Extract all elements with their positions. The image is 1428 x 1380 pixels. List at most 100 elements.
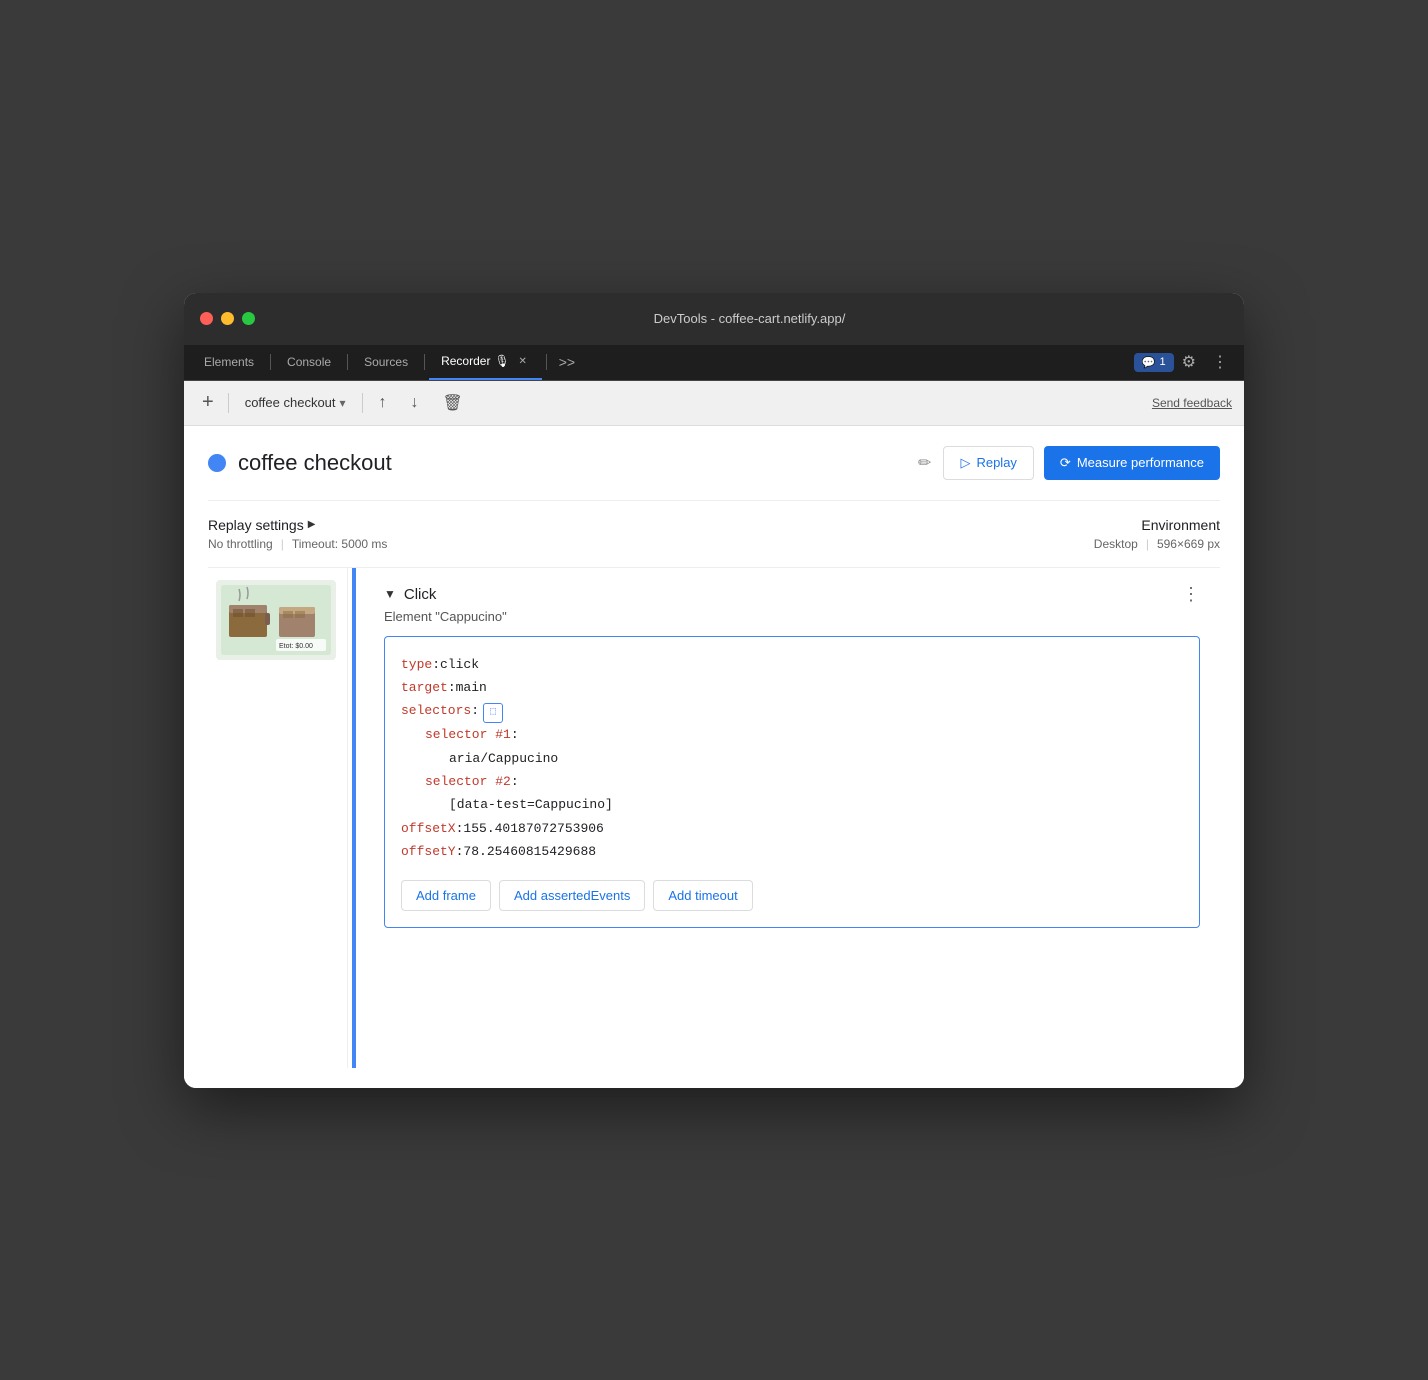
- add-asserted-events-button[interactable]: Add assertedEvents: [499, 880, 645, 911]
- tab-recorder-close[interactable]: ✕: [516, 354, 530, 368]
- step-content: ▼ Click ⋮ Element "Cappucino" type : cli…: [384, 584, 1200, 928]
- measure-label: Measure performance: [1077, 455, 1204, 470]
- upload-icon: ↑: [379, 394, 387, 411]
- code-offsety-colon: :: [456, 840, 464, 863]
- edit-title-button[interactable]: ✏: [918, 453, 931, 473]
- step-item: ▼ Click ⋮ Element "Cappucino" type : cli…: [384, 584, 1200, 928]
- step-menu-button[interactable]: ⋮: [1182, 584, 1200, 605]
- replay-settings-title: Replay settings ▶: [208, 517, 714, 533]
- send-feedback-button[interactable]: Send feedback: [1152, 396, 1232, 410]
- code-type-val: click: [440, 653, 479, 676]
- feedback-button[interactable]: 💬 1: [1134, 353, 1174, 372]
- minimize-button[interactable]: [221, 312, 234, 325]
- code-selector2-val: [data-test=Cappucino]: [449, 793, 613, 816]
- tab-console[interactable]: Console: [275, 344, 343, 380]
- code-offsetx-key: offsetX: [401, 817, 456, 840]
- selector-icon[interactable]: ⬚: [483, 703, 503, 723]
- add-frame-button[interactable]: Add frame: [401, 880, 491, 911]
- maximize-button[interactable]: [242, 312, 255, 325]
- code-selector2-colon: :: [511, 770, 519, 793]
- environment-values: Desktop | 596×669 px: [714, 537, 1220, 551]
- titlebar: DevTools - coffee-cart.netlify.app/: [184, 293, 1244, 345]
- action-buttons: Add frame Add assertedEvents Add timeout: [401, 880, 1183, 911]
- import-button[interactable]: ↓: [403, 390, 427, 416]
- code-type-key: type: [401, 653, 432, 676]
- code-type-colon: :: [432, 653, 440, 676]
- add-recording-button[interactable]: +: [196, 391, 220, 414]
- step-timeline: [352, 568, 356, 1068]
- replay-settings-values: No throttling | Timeout: 5000 ms: [208, 537, 714, 551]
- code-selector2-val-line: [data-test=Cappucino]: [401, 793, 1183, 816]
- recording-title: coffee checkout: [238, 450, 906, 476]
- feedback-icon: 💬: [1142, 356, 1156, 369]
- replay-button[interactable]: ▷ Replay: [943, 446, 1033, 480]
- chevron-down-icon: ▾: [340, 396, 346, 410]
- code-target-colon: :: [448, 676, 456, 699]
- resolution-value: 596×669 px: [1157, 537, 1220, 551]
- code-target-line: target : main: [401, 676, 1183, 699]
- settings-separator: |: [281, 537, 284, 551]
- code-selector2-key: selector #2: [425, 770, 511, 793]
- recording-dropdown-label: coffee checkout: [245, 395, 336, 410]
- code-type-line: type : click: [401, 653, 1183, 676]
- delete-button[interactable]: 🗑: [435, 389, 471, 417]
- tab-elements-label: Elements: [204, 355, 254, 369]
- code-offsety-line: offsetY : 78.25460815429688: [401, 840, 1183, 863]
- code-selector2-line: selector #2 :: [401, 770, 1183, 793]
- desktop-value: Desktop: [1094, 537, 1138, 551]
- step-header: ▼ Click ⋮: [384, 584, 1200, 605]
- recording-indicator: [208, 454, 226, 472]
- tab-divider-1: [270, 354, 271, 370]
- replay-settings-label: Replay settings: [208, 517, 304, 533]
- tab-recorder-label: Recorder: [441, 354, 490, 368]
- settings-button[interactable]: ⚙: [1174, 352, 1204, 372]
- add-timeout-button[interactable]: Add timeout: [653, 880, 752, 911]
- replay-settings-triangle: ▶: [308, 519, 316, 530]
- code-offsety-val: 78.25460815429688: [463, 840, 596, 863]
- code-selector1-key: selector #1: [425, 723, 511, 746]
- tabs-bar: Elements Console Sources Recorder 🎙 ✕ >>…: [184, 345, 1244, 381]
- code-selector1-colon: :: [511, 723, 519, 746]
- code-block: type : click target : main selectors: [384, 636, 1200, 928]
- tab-sources-label: Sources: [364, 355, 408, 369]
- toolbar-divider: [228, 393, 229, 413]
- step-element: Element "Cappucino": [384, 609, 1200, 624]
- collapse-icon[interactable]: ▼: [384, 587, 396, 601]
- code-offsetx-line: offsetX : 155.40187072753906: [401, 817, 1183, 840]
- measure-performance-button[interactable]: ⟳ Measure performance: [1044, 446, 1220, 480]
- traffic-lights: [200, 312, 255, 325]
- code-selectors-colon: :: [471, 699, 479, 722]
- thumbnail-image: Etot: $0.00: [221, 585, 331, 655]
- tab-divider-2: [347, 354, 348, 370]
- recorder-icon: 🎙: [494, 354, 509, 368]
- tab-divider-3: [424, 354, 425, 370]
- recording-header: coffee checkout ✏ ▷ Replay ⟳ Measure per…: [208, 446, 1220, 501]
- tab-divider-4: [546, 354, 547, 370]
- devtools-window: DevTools - coffee-cart.netlify.app/ Elem…: [184, 293, 1244, 1088]
- header-buttons: ▷ Replay ⟳ Measure performance: [943, 446, 1220, 480]
- tab-recorder[interactable]: Recorder 🎙 ✕: [429, 344, 542, 380]
- step-type: Click: [404, 586, 437, 603]
- recording-dropdown[interactable]: coffee checkout ▾: [237, 391, 354, 414]
- more-options-button[interactable]: ⋮: [1204, 352, 1236, 372]
- thumbnail-svg: Etot: $0.00: [221, 585, 331, 655]
- code-selectors-line: selectors : ⬚: [401, 699, 1183, 723]
- main-content: Etot: $0.00 ▼ Click ⋮ Element: [208, 568, 1220, 1068]
- replay-settings-right: Environment Desktop | 596×669 px: [714, 517, 1220, 551]
- code-target-val: main: [456, 676, 487, 699]
- no-throttling-value: No throttling: [208, 537, 273, 551]
- close-button[interactable]: [200, 312, 213, 325]
- toolbar-divider-2: [362, 393, 363, 413]
- settings-row: Replay settings ▶ No throttling | Timeou…: [208, 501, 1220, 568]
- env-separator: |: [1146, 537, 1149, 551]
- feedback-count: 1: [1160, 356, 1166, 368]
- code-offsetx-colon: :: [456, 817, 464, 840]
- tab-elements[interactable]: Elements: [192, 344, 266, 380]
- thumbnail: Etot: $0.00: [216, 580, 336, 660]
- replay-label: Replay: [976, 455, 1016, 470]
- export-button[interactable]: ↑: [371, 390, 395, 416]
- more-tabs-button[interactable]: >>: [551, 354, 583, 370]
- step-area: ▼ Click ⋮ Element "Cappucino" type : cli…: [364, 568, 1220, 1068]
- tab-sources[interactable]: Sources: [352, 344, 420, 380]
- code-selector1-line: selector #1 :: [401, 723, 1183, 746]
